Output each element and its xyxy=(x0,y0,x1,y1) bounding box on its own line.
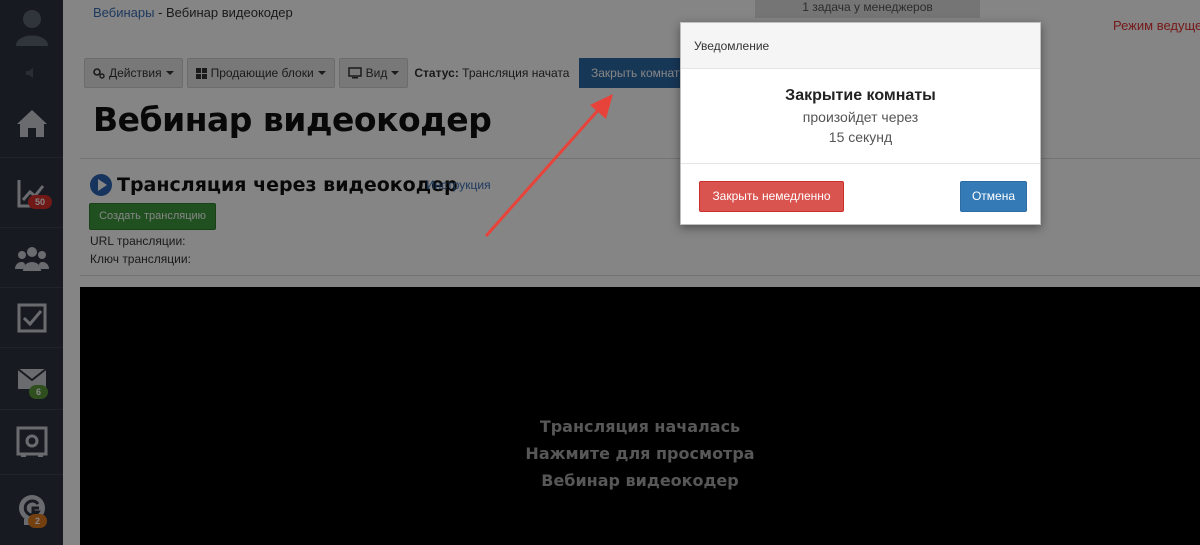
modal-countdown-text: произойдет через xyxy=(802,109,919,125)
modal-countdown-value: 15 секунд xyxy=(828,129,893,145)
modal-body: Закрытие комнаты произойдет через 15 сек… xyxy=(681,69,1040,164)
modal-title: Закрытие комнаты xyxy=(785,87,936,104)
cancel-button[interactable]: Отмена xyxy=(960,181,1027,212)
modal-header: Уведомление xyxy=(681,23,1040,69)
notification-modal: Уведомление Закрытие комнаты произойдет … xyxy=(680,22,1041,225)
close-now-button[interactable]: Закрыть немедленно xyxy=(699,181,844,212)
